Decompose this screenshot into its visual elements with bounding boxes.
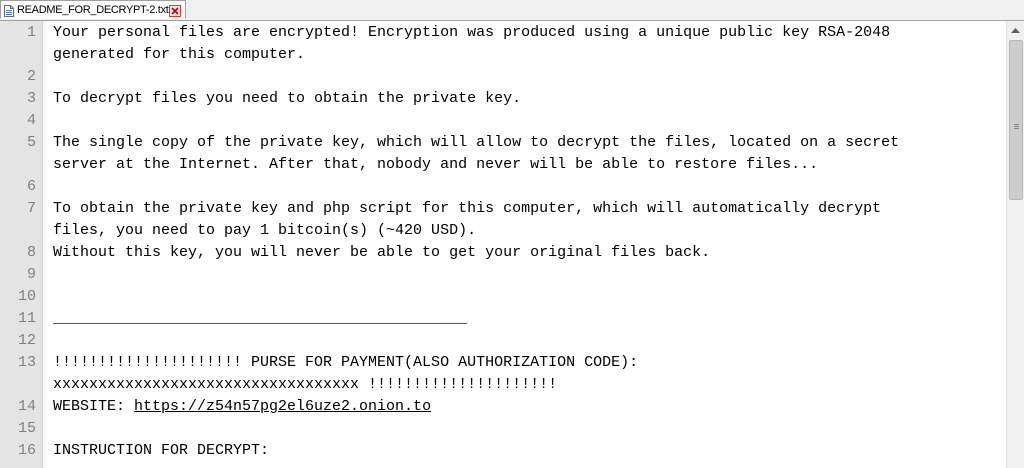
text-line[interactable]: files, you need to pay 1 bitcoin(s) (~42… [53, 220, 476, 242]
line-number: 9 [26, 266, 36, 283]
line-text: To obtain the private key and php script… [53, 200, 882, 217]
line-text: Your personal files are encrypted! Encry… [53, 24, 891, 41]
line-text: !!!!!!!!!!!!!!!!!!!!! PURSE FOR PAYMENT(… [53, 354, 639, 371]
line-number: 2 [26, 68, 36, 85]
notepad-window: README_FOR_DECRYPT-2.txt 1 2 3 4 5 6 7 8 9 10 11 12… [0, 0, 1024, 468]
tab-filename: README_FOR_DECRYPT-2.txt [17, 3, 169, 16]
vertical-scrollbar[interactable] [1006, 21, 1024, 468]
line-text: files, you need to pay 1 bitcoin(s) (~42… [53, 222, 477, 239]
text-editor[interactable]: 1 2 3 4 5 6 7 8 9 10 11 12 13 14 15 16 Your personal fi… [0, 21, 1024, 468]
text-line[interactable]: generated for this computer. [53, 44, 305, 66]
line-number: 8 [26, 244, 36, 261]
line-number-gutter: 1 2 3 4 5 6 7 8 9 10 11 12 13 14 15 16 [0, 21, 43, 468]
line-text: To decrypt files you need to obtain the … [53, 90, 522, 107]
line-number: 15 [17, 420, 36, 437]
text-line[interactable]: INSTRUCTION FOR DECRYPT: [53, 440, 269, 462]
text-line[interactable]: xxxxxxxxxxxxxxxxxxxxxxxxxxxxxxxxxx !!!!!… [53, 374, 557, 396]
line-number: 13 [17, 354, 36, 371]
text-line[interactable]: The single copy of the private key, whic… [53, 132, 899, 154]
close-icon[interactable] [169, 4, 181, 17]
text-line[interactable]: server at the Internet. After that, nobo… [53, 154, 818, 176]
fold-margin [43, 21, 47, 468]
line-number: 3 [26, 90, 36, 107]
line-number: 14 [17, 398, 36, 415]
line-text: Without this key, you will never be able… [53, 244, 711, 261]
line-text: generated for this computer. [53, 46, 306, 63]
line-number: 16 [17, 442, 36, 459]
line-text: ________________________________________… [53, 310, 468, 327]
text-line[interactable]: To decrypt files you need to obtain the … [53, 88, 521, 110]
line-text: The single copy of the private key, whic… [53, 134, 900, 151]
scrollbar-thumb[interactable] [1009, 40, 1023, 200]
line-number: 6 [26, 178, 36, 195]
line-number: 12 [17, 332, 36, 349]
line-text: xxxxxxxxxxxxxxxxxxxxxxxxxxxxxxxxxx !!!!!… [53, 376, 558, 393]
line-text: INSTRUCTION FOR DECRYPT: [53, 442, 270, 459]
line-number: 11 [17, 310, 36, 327]
text-line[interactable]: Without this key, you will never be able… [53, 242, 710, 264]
line-number: 4 [26, 112, 36, 129]
line-text: server at the Internet. After that, nobo… [53, 156, 819, 173]
text-line[interactable]: ________________________________________… [53, 308, 467, 330]
file-tab[interactable]: README_FOR_DECRYPT-2.txt [0, 0, 186, 19]
text-line[interactable]: Your personal files are encrypted! Encry… [53, 22, 890, 44]
text-line[interactable]: WEBSITE: https://z54n57pg2el6uze2.onion.… [53, 396, 431, 418]
website-link[interactable]: https://z54n57pg2el6uze2.onion.to [134, 398, 431, 415]
tab-bar: README_FOR_DECRYPT-2.txt [0, 0, 1024, 21]
text-document-icon [4, 4, 14, 17]
line-number: 10 [17, 288, 36, 305]
line-text: WEBSITE: [53, 398, 135, 415]
line-number: 5 [26, 134, 36, 151]
scroll-up-arrow-icon[interactable] [1007, 21, 1024, 38]
text-line[interactable]: !!!!!!!!!!!!!!!!!!!!! PURSE FOR PAYMENT(… [53, 352, 638, 374]
line-number: 1 [26, 24, 36, 41]
line-number: 7 [26, 200, 36, 217]
text-line[interactable]: To obtain the private key and php script… [53, 198, 881, 220]
